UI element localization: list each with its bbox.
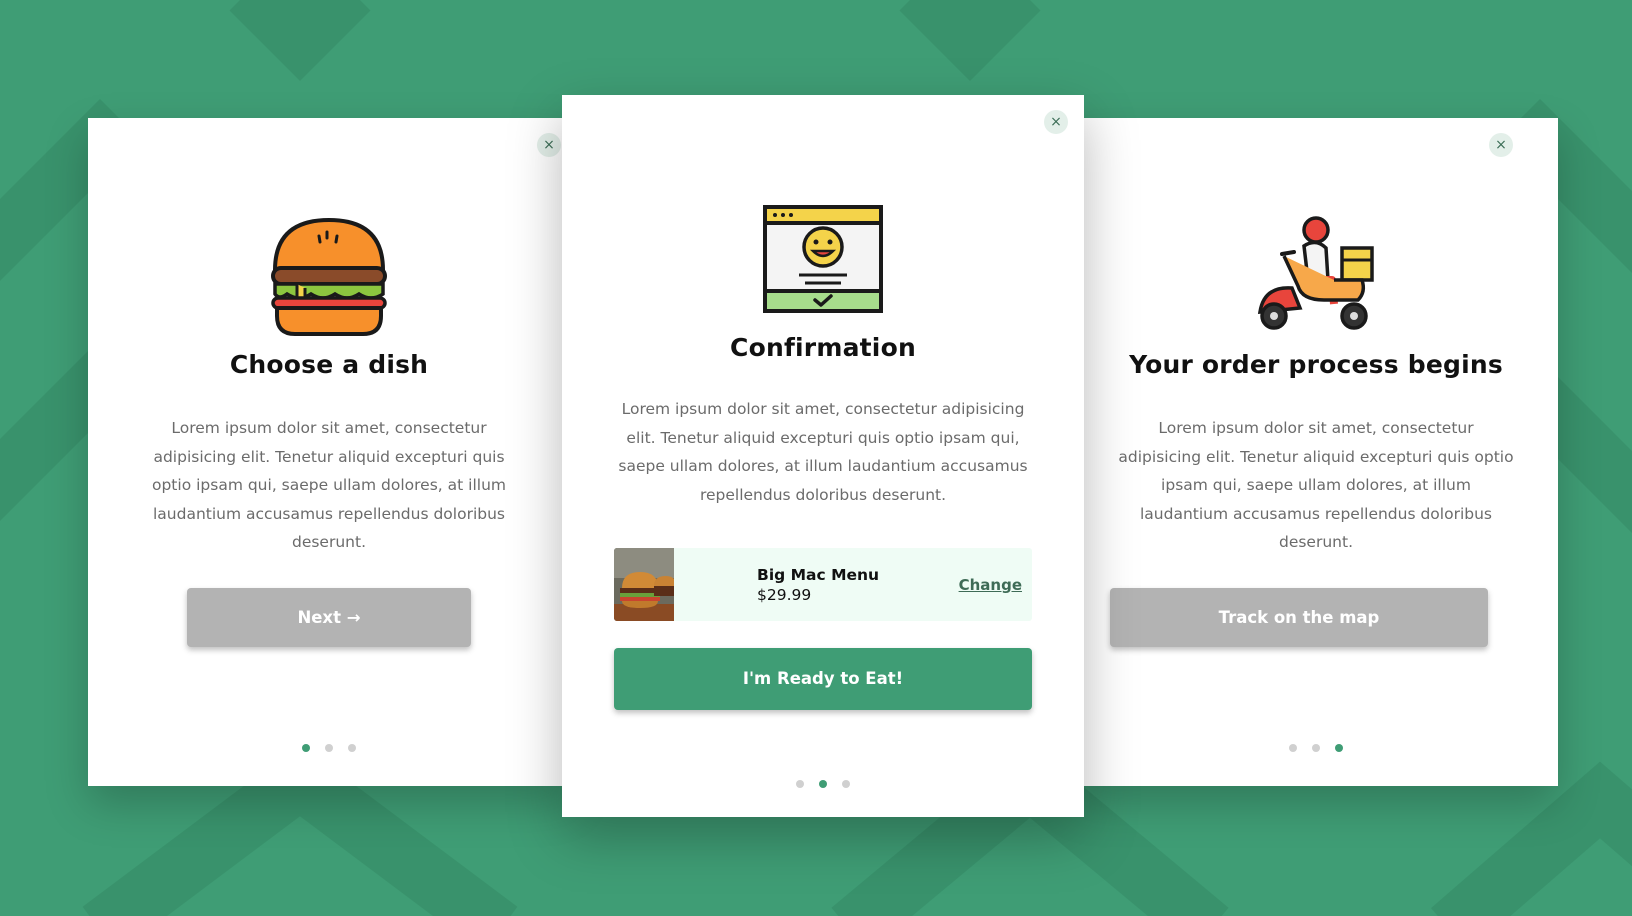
step-dot-2[interactable] — [325, 744, 333, 752]
card-title: Your order process begins — [1129, 350, 1503, 379]
card-description: Lorem ipsum dolor sit amet, consectetur … — [618, 400, 1028, 504]
close-button[interactable]: × — [537, 133, 561, 157]
card-description: Lorem ipsum dolor sit amet, consectetur … — [151, 419, 506, 551]
step-dot-2[interactable] — [819, 780, 827, 788]
step-dot-3[interactable] — [1335, 744, 1343, 752]
track-on-map-button[interactable]: Track on the map — [1110, 588, 1488, 647]
step-indicator — [88, 744, 570, 752]
card-title: Choose a dish — [229, 350, 429, 379]
card-description: Lorem ipsum dolor sit amet, consectetur … — [1118, 419, 1514, 551]
order-item-price: $29.99 — [757, 586, 812, 604]
step-dot-2[interactable] — [1312, 744, 1320, 752]
burger-icon — [271, 217, 387, 336]
order-summary: Big Mac Menu $29.99 Change — [614, 548, 1032, 621]
order-item-image — [614, 548, 674, 621]
change-order-link[interactable]: Change — [959, 576, 1022, 594]
onboarding-card-choose-dish: × Choose a dish Lorem ipsum dolor sit am… — [88, 118, 570, 786]
step-dot-1[interactable] — [1289, 744, 1297, 752]
onboarding-card-order-process: × Your order process begins Lorem ipsum … — [1074, 118, 1558, 786]
order-item-name: Big Mac Menu — [757, 566, 880, 584]
step-dot-1[interactable] — [302, 744, 310, 752]
step-dot-3[interactable] — [842, 780, 850, 788]
ready-to-eat-button[interactable]: I'm Ready to Eat! — [614, 648, 1032, 710]
step-dot-3[interactable] — [348, 744, 356, 752]
onboarding-card-confirmation: × Confirmation Lorem ipsum dolor sit ame… — [562, 95, 1084, 817]
step-indicator — [1074, 744, 1558, 752]
step-indicator — [562, 780, 1084, 788]
close-button[interactable]: × — [1489, 133, 1513, 157]
card-title: Confirmation — [730, 333, 916, 362]
delivery-scooter-icon — [1257, 216, 1374, 330]
confirmation-window-icon — [763, 205, 883, 313]
close-button[interactable]: × — [1044, 110, 1068, 134]
next-button[interactable]: Next → — [187, 588, 471, 647]
step-dot-1[interactable] — [796, 780, 804, 788]
